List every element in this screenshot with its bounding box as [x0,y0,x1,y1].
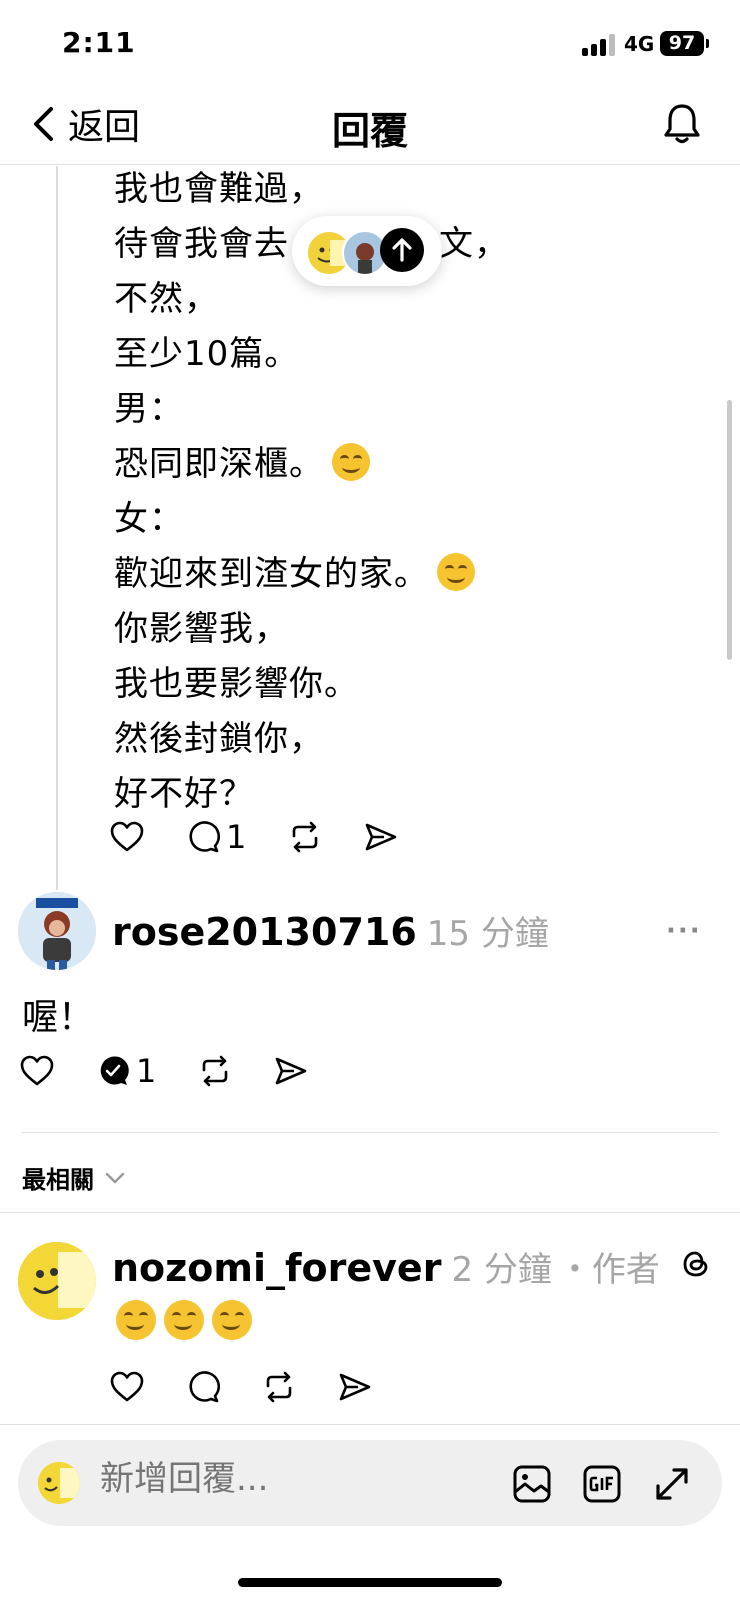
expand-icon[interactable] [652,1464,692,1504]
post-line: 你影響我， [114,609,289,649]
post-line: 好不好？ [114,774,254,814]
divider [0,1212,740,1213]
avatar[interactable] [18,892,96,970]
comment-button[interactable] [186,1370,220,1404]
divider [22,1132,718,1133]
reply-emojis [112,1300,252,1340]
repost-button[interactable] [288,820,322,854]
smile-emoji-icon [332,443,370,481]
chevron-down-icon [105,1172,125,1183]
home-indicator[interactable] [238,1578,502,1587]
post-line-text: 待會我會去 [114,224,289,264]
post-line-text: 恐同即深櫃。 [114,444,324,484]
username[interactable]: nozomi_forever [112,1246,441,1290]
heart-icon [110,821,144,852]
post-line-text: 歡迎來到渣女的家。 [114,554,429,594]
author-tag: ・作者 [557,1250,660,1290]
heart-icon [110,1371,144,1402]
post-line: 男： [114,389,184,429]
post-line: 然後封鎖你， [114,719,324,759]
reply-input[interactable] [98,1458,482,1500]
like-button[interactable] [20,1055,54,1087]
scroll-to-top-pill[interactable] [292,216,442,286]
reply-count: 1 [226,818,247,856]
arrow-up-icon [380,228,424,272]
sort-dropdown[interactable]: 最相關 [22,1160,126,1195]
repost-button[interactable] [262,1370,296,1404]
smile-emoji-icon [437,553,475,591]
heart-icon [20,1055,54,1086]
comment-filled-icon [100,1056,129,1085]
divider [0,1424,740,1425]
signal-icon [582,34,618,56]
battery-icon: 97 [660,31,704,56]
more-options-button[interactable]: ··· [666,916,702,946]
post-actions: 1 [110,818,440,856]
page-title: 回覆 [331,109,408,153]
share-icon [339,1373,371,1401]
repost-icon [266,1371,292,1403]
avatar[interactable] [18,1242,96,1320]
comment-button[interactable]: 1 [186,818,246,856]
timestamp: 2 分鐘 [451,1250,552,1290]
status-time: 2:11 [62,26,136,59]
comment-button[interactable]: 1 [96,1052,156,1090]
post-line: 女： [114,499,184,539]
share-icon [366,823,397,851]
gif-icon[interactable] [582,1464,622,1504]
sort-label: 最相關 [22,1166,94,1194]
reply-actions [110,1370,414,1404]
comment-icon [189,1371,220,1403]
username[interactable]: rose20130716 [112,910,417,954]
post-line: 至少10篇。 [114,334,300,374]
post-line: 我也會難過， [114,169,324,209]
comment-icon [189,821,220,853]
post-line: 歡迎來到渣女的家。 [114,547,714,602]
timestamp: 15 分鐘 [426,914,549,954]
share-button[interactable] [364,820,398,854]
smile-emoji-icon [164,1300,204,1340]
reply-header: nozomi_forever 2 分鐘 ・作者 [112,1242,660,1291]
repost-button[interactable] [198,1054,232,1088]
image-icon[interactable] [512,1464,552,1504]
smile-emoji-icon [116,1300,156,1340]
comment-text: 喔！ [22,997,95,1038]
share-icon [276,1057,307,1085]
post-line: 我也要影響你。 [114,664,359,704]
threads-icon [683,1251,708,1277]
share-button[interactable] [338,1370,372,1404]
thread-line [56,166,58,890]
repost-icon [203,1055,228,1087]
comment-header: rose20130716 15 分鐘 [112,906,549,955]
reply-composer [18,1440,722,1526]
repost-icon [293,821,318,853]
avatar [38,1462,80,1504]
reply-count: 1 [136,1052,157,1090]
scrollbar[interactable] [727,400,732,660]
bell-icon[interactable] [662,102,702,146]
smile-emoji-icon [212,1300,252,1340]
like-button[interactable] [110,821,144,853]
share-button[interactable] [274,1054,308,1088]
network-type: 4G [624,32,655,56]
comment-actions: 1 [20,1052,350,1090]
like-button[interactable] [110,1371,144,1403]
post-line: 恐同即深櫃。 [114,437,714,492]
battery-tip [706,39,709,48]
